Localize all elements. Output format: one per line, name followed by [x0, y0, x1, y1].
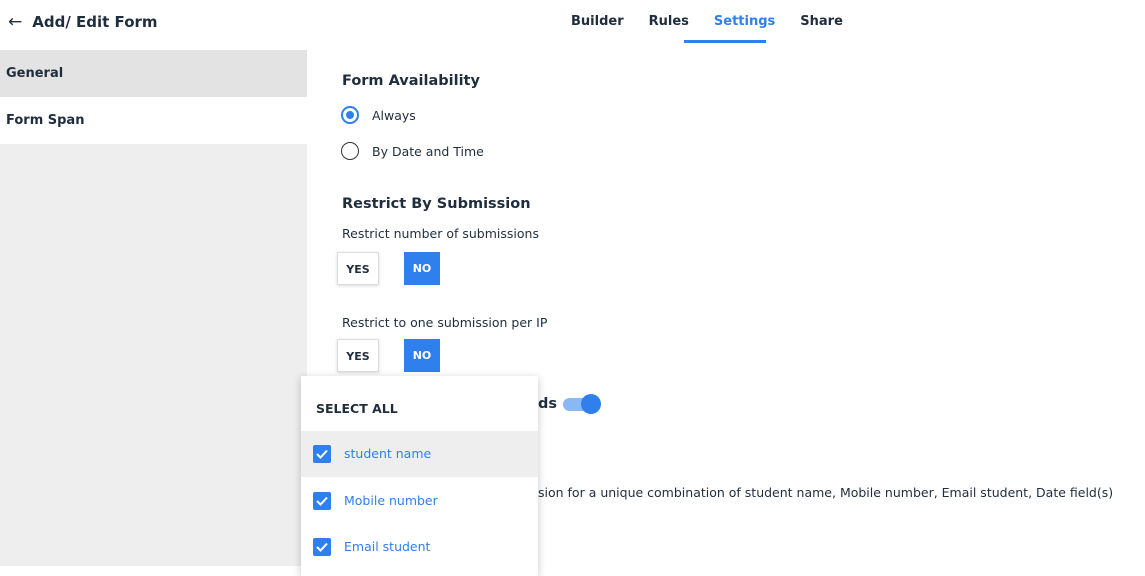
- radio-always[interactable]: [341, 106, 359, 124]
- dropdown-option-label: Email student: [344, 539, 431, 554]
- form-availability-heading: Form Availability: [342, 73, 480, 89]
- restrict-number-no-button[interactable]: NO: [404, 252, 440, 285]
- restrict-ip-no-button[interactable]: NO: [404, 339, 440, 372]
- restrict-fields-label: ds: [538, 396, 558, 412]
- restrict-fields-toggle[interactable]: [563, 394, 601, 414]
- settings-sidebar: General Form Span: [0, 50, 307, 566]
- toggle-knob: [581, 394, 601, 414]
- tab-builder[interactable]: Builder: [571, 14, 624, 29]
- tab-bar: Builder Rules Settings Share: [571, 14, 868, 29]
- restrict-number-label: Restrict number of submissions: [342, 226, 539, 241]
- page-title: Add/ Edit Form: [32, 13, 158, 31]
- radio-by-date-time-label: By Date and Time: [372, 144, 484, 159]
- checkbox-checked-icon[interactable]: [313, 492, 331, 510]
- checkbox-checked-icon[interactable]: [313, 445, 331, 463]
- restrict-number-yes-button[interactable]: YES: [337, 252, 379, 285]
- dropdown-option-label: student name: [344, 446, 432, 461]
- radio-by-date-time[interactable]: [341, 142, 359, 160]
- tab-share[interactable]: Share: [800, 14, 843, 29]
- restrict-heading: Restrict By Submission: [342, 196, 531, 212]
- active-tab-indicator: [684, 40, 766, 43]
- sidebar-item-general[interactable]: General: [0, 50, 307, 97]
- unique-combination-text: sion for a unique combination of student…: [538, 485, 1114, 500]
- dropdown-option-email-student[interactable]: Email student: [301, 524, 538, 570]
- checkbox-checked-icon[interactable]: [313, 538, 331, 556]
- select-all-option[interactable]: SELECT ALL: [316, 401, 398, 416]
- radio-always-label: Always: [372, 108, 416, 123]
- restrict-ip-yes-button[interactable]: YES: [337, 339, 379, 372]
- field-select-dropdown: SELECT ALL student name Mobile number Em…: [301, 376, 538, 576]
- tab-rules[interactable]: Rules: [649, 14, 689, 29]
- back-button[interactable]: ← Add/ Edit Form: [8, 12, 158, 32]
- dropdown-option-student-name[interactable]: student name: [301, 431, 538, 477]
- arrow-left-icon[interactable]: ←: [8, 12, 22, 32]
- top-bar: ← Add/ Edit Form Builder Rules Settings …: [0, 0, 1145, 46]
- dropdown-option-label: Mobile number: [344, 493, 438, 508]
- dropdown-option-mobile-number[interactable]: Mobile number: [301, 478, 538, 524]
- tab-settings[interactable]: Settings: [714, 14, 775, 29]
- restrict-ip-label: Restrict to one submission per IP: [342, 315, 548, 330]
- sidebar-item-form-span[interactable]: Form Span: [0, 97, 307, 144]
